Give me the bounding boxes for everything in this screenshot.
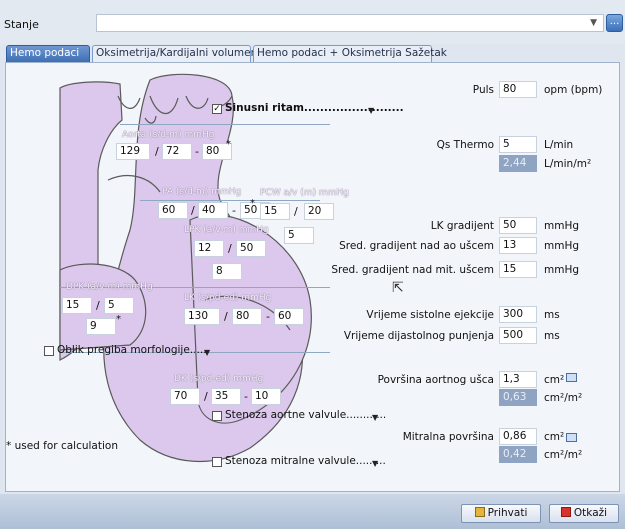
- lk-s-input[interactable]: 130: [184, 308, 220, 325]
- mitralna-unit: cm²: [544, 431, 565, 443]
- slash-separator: /: [191, 204, 195, 217]
- aortnog-input[interactable]: 1,3: [499, 371, 537, 388]
- dpk-v-input[interactable]: 5: [104, 297, 134, 314]
- sred-ao-input[interactable]: 13: [499, 237, 537, 254]
- puls-input[interactable]: 80: [499, 81, 537, 98]
- dpk-label: DPK (a/v-m) mmHg: [66, 282, 153, 292]
- aortnog-unit: cm²: [544, 374, 565, 386]
- lk-label: LK (s/pd-ed) mmHg: [184, 293, 272, 303]
- dpk-m-input[interactable]: 9: [86, 318, 116, 335]
- lpk-a-input[interactable]: 12: [194, 240, 224, 257]
- aortnog-indexed-unit: cm²/m²: [544, 392, 583, 404]
- stenoza-aortne-checkbox[interactable]: [212, 411, 222, 421]
- slash-separator: /: [224, 310, 228, 323]
- qs-thermo-input[interactable]: 5: [499, 136, 537, 153]
- sred-ao-label: Sred. gradijent nad ao ušcem: [339, 240, 494, 252]
- puls-label: Puls: [472, 84, 494, 96]
- cancel-icon: [560, 507, 571, 517]
- stenoza-mitralne-checkbox[interactable]: [212, 457, 222, 467]
- cancel-button[interactable]: Otkaži: [549, 504, 619, 523]
- sred-mit-label: Sred. gradijent nad mit. ušcem: [331, 264, 494, 276]
- chevron-down-icon[interactable]: ▼: [372, 459, 378, 468]
- dk-ed-input[interactable]: 10: [251, 388, 281, 405]
- pcw-label: PCW a/v (m) mmHg: [260, 188, 349, 198]
- dk-pd-input[interactable]: 35: [211, 388, 241, 405]
- mitralna-label: Mitralna površina: [402, 431, 494, 443]
- mitralna-indexed-unit: cm²/m²: [544, 449, 583, 461]
- sistolne-input[interactable]: 300: [499, 306, 537, 323]
- slash-separator: /: [228, 242, 232, 255]
- aortnog-label: Površina aortnog ušca: [377, 374, 494, 386]
- calc-note-marker: *: [226, 139, 231, 150]
- mitralna-indexed-value: 0,42: [499, 446, 537, 463]
- sistolne-unit: ms: [544, 309, 560, 321]
- slash-separator: /: [204, 390, 208, 403]
- dk-s-input[interactable]: 70: [170, 388, 200, 405]
- lk-gradijent-input[interactable]: 50: [499, 217, 537, 234]
- oblik-pregiba-label: Oblik pregiba morfologije......: [57, 344, 210, 356]
- pcw-a-input[interactable]: 15: [260, 203, 290, 220]
- calculator-icon[interactable]: [566, 433, 577, 442]
- qs-thermo-indexed-unit: L/min/m²: [544, 158, 592, 170]
- dpk-a-input[interactable]: 15: [62, 297, 92, 314]
- sred-mit-unit: mmHg: [544, 264, 580, 276]
- divider: [120, 124, 330, 125]
- slash-separator: /: [155, 145, 159, 158]
- slash-separator: /: [96, 299, 100, 312]
- dk-label: DK (s/pd-ed) mmHg: [174, 374, 264, 384]
- calculator-icon[interactable]: [566, 373, 577, 382]
- mitralna-input[interactable]: 0,86: [499, 428, 537, 445]
- aorta-d-input[interactable]: 72: [162, 143, 192, 160]
- dijastolnog-label: Vrijeme dijastolnog punjenja: [343, 330, 494, 342]
- qs-thermo-label: Qs Thermo: [436, 139, 494, 151]
- pa-s-input[interactable]: 60: [158, 202, 188, 219]
- calc-note-marker: *: [250, 198, 255, 209]
- qs-thermo-unit: L/min: [544, 139, 574, 151]
- slash-separator: /: [294, 205, 298, 218]
- cancel-label: Otkaži: [573, 507, 608, 519]
- dash-separator: -: [244, 390, 248, 403]
- lk-ed-input[interactable]: 60: [274, 308, 304, 325]
- lk-gradijent-unit: mmHg: [544, 220, 580, 232]
- calc-note-marker: *: [116, 314, 121, 325]
- sinusni-ritam-label: Sinusni ritam.........................: [225, 102, 404, 114]
- sred-mit-input[interactable]: 15: [499, 261, 537, 278]
- pcw-m-input[interactable]: 5: [284, 227, 314, 244]
- pa-label: PA (s/d-m) mmHg: [162, 187, 242, 197]
- pcw-v-input[interactable]: 20: [304, 203, 334, 220]
- dash-separator: -: [266, 310, 270, 323]
- aortnog-indexed-value: 0,63: [499, 389, 537, 406]
- chevron-down-icon[interactable]: ▼: [368, 106, 374, 115]
- dijastolnog-unit: ms: [544, 330, 560, 342]
- lpk-v-input[interactable]: 50: [236, 240, 266, 257]
- dash-separator: -: [195, 145, 199, 158]
- sistolne-label: Vrijeme sistolne ejekcije: [366, 309, 494, 321]
- lk-gradijent-label: LK gradijent: [430, 220, 494, 232]
- aorta-s-input[interactable]: 129: [116, 143, 150, 160]
- mouse-cursor-icon: ⇱: [392, 280, 404, 296]
- stenoza-aortne-label: Stenoza aortne valvule............: [225, 409, 387, 421]
- accept-button[interactable]: Prihvati: [461, 504, 541, 523]
- lpk-label: LPK (a/v-m) mmHg: [184, 225, 269, 235]
- lpk-m-input[interactable]: 8: [212, 263, 242, 280]
- stenoza-mitralne-label: Stenoza mitralne valvule.........: [225, 455, 386, 467]
- dijastolnog-input[interactable]: 500: [499, 327, 537, 344]
- chevron-down-icon[interactable]: ▼: [372, 413, 378, 422]
- sred-ao-unit: mmHg: [544, 240, 580, 252]
- lk-pd-input[interactable]: 80: [232, 308, 262, 325]
- chevron-down-icon[interactable]: ▼: [204, 348, 210, 357]
- puls-unit: opm (bpm): [544, 84, 603, 96]
- sinusni-ritam-checkbox[interactable]: ✓: [212, 104, 222, 114]
- calc-footnote: * used for calculation: [6, 440, 118, 452]
- pa-d-input[interactable]: 40: [198, 202, 228, 219]
- aorta-label: Aorta (s/d-m) mmHg: [122, 130, 215, 140]
- accept-label: Prihvati: [487, 507, 528, 519]
- accept-icon: [474, 507, 485, 517]
- dash-separator: -: [232, 204, 236, 217]
- oblik-pregiba-checkbox[interactable]: [44, 346, 54, 356]
- divider: [140, 200, 320, 201]
- qs-thermo-indexed-value: 2,44: [499, 155, 537, 172]
